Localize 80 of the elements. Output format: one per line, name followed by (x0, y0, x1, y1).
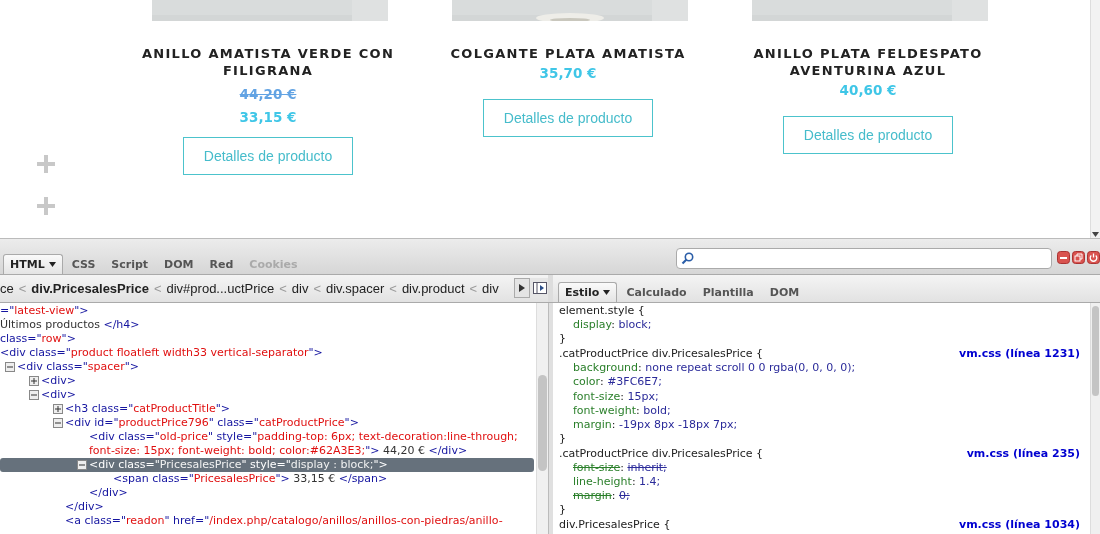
css-declaration: line-height: 1.4; (572, 475, 662, 490)
breadcrumb-item[interactable]: ce (0, 281, 14, 296)
source-link[interactable]: vm.css (línea 235) (966, 446, 1080, 462)
css-declaration: margin: -19px 8px -18px 7px; (572, 417, 739, 432)
breadcrumb-separator: < (279, 281, 287, 296)
expand-icon[interactable] (29, 376, 39, 386)
css-selector: element.style { (559, 304, 645, 319)
scrollbar[interactable] (1090, 303, 1100, 534)
breadcrumb-item[interactable]: div#prod...uctPrice (166, 281, 275, 296)
product-title: ANILLO PLATA FELDESPATO AVENTURINA AZUL (752, 45, 984, 79)
breadcrumb-item[interactable]: div (482, 281, 499, 296)
breadcrumb-separator: < (313, 281, 321, 296)
code-line[interactable]: Últimos productos </h4> (0, 318, 140, 332)
breadcrumb-separator: < (389, 281, 397, 296)
code-line[interactable]: <div> (41, 374, 76, 388)
code-line[interactable]: <div class="spacer"> (17, 360, 139, 374)
css-declaration: font-size: inherit; (572, 461, 668, 476)
tab[interactable]: Script (104, 254, 156, 274)
product-title: COLGANTE PLATA AMATISTA (450, 45, 686, 62)
code-line[interactable]: <div class="old-price" style="padding-top: 6px; text-decoration:line-through; font-size: 15px; font-weight: bold; color:#62A3E3;"> 44,20 € </div> (89, 430, 534, 458)
css-selector: .catProductPrice div.PricesalesPrice { (559, 446, 764, 462)
css-declaration: color: #3FC6E7; (572, 375, 663, 390)
search-icon (681, 252, 694, 265)
code-line[interactable]: </div> (89, 486, 128, 500)
css-declaration: font-size: 15px; (572, 389, 660, 404)
expand-icon[interactable] (53, 404, 63, 414)
source-link[interactable]: vm.css (línea 1231) (959, 347, 1080, 362)
css-declaration: margin: 0; (572, 489, 631, 504)
closing-brace: } (559, 332, 567, 347)
tab[interactable]: Calculado (619, 282, 694, 302)
collapse-icon[interactable] (77, 460, 87, 470)
breadcrumb-item[interactable]: div.PricesalesPrice (31, 281, 149, 296)
breadcrumb-item[interactable]: div (291, 281, 309, 296)
css-declaration: background: none repeat scroll 0 0 rgba(0, 0, 0, 0); (572, 361, 857, 376)
breadcrumb-item[interactable]: div.spacer (326, 281, 385, 296)
plus-icon[interactable] (36, 154, 56, 174)
code-line[interactable]: <span class="PricesalesPrice"> 33,15 € </span> (113, 472, 388, 486)
code-line[interactable]: ="latest-view"> (0, 304, 89, 318)
closing-brace: } (559, 431, 567, 446)
collapse-icon[interactable] (5, 362, 15, 372)
selected-row[interactable]: <div class="PricesalesPrice" style="display : block;"> (0, 458, 534, 472)
tab[interactable]: DOM (762, 282, 807, 302)
tab[interactable]: DOM (157, 254, 201, 274)
code-line[interactable]: </div> (65, 500, 104, 514)
old-price: 44,20 € (239, 85, 297, 104)
code-line[interactable]: <h3 class="catProductTitle"> (65, 402, 230, 416)
tab[interactable]: Red (202, 254, 241, 274)
css-declaration: display: block; (572, 318, 653, 333)
tab[interactable]: CSS (64, 254, 103, 274)
css-declaration: font-weight: bold; (572, 403, 672, 418)
minimize-icon[interactable] (1057, 251, 1070, 264)
breadcrumb-separator: < (469, 281, 478, 296)
code-line[interactable]: class="row"> (0, 332, 76, 346)
breadcrumb-item[interactable]: div.product (401, 281, 465, 296)
breadcrumb-separator: < (153, 281, 162, 296)
search-field[interactable] (676, 248, 1052, 269)
breadcrumb-separator: < (18, 281, 27, 296)
code-line[interactable]: <div id="productPrice796" class="catProductPrice"> (65, 416, 359, 430)
collapse-icon[interactable] (53, 418, 63, 428)
product-price: 35,70 € (539, 64, 597, 83)
code-line[interactable]: <div> (41, 388, 76, 402)
code-line[interactable]: <a class="readon" href="/index.php/catalogo/anillos/anillos-con-piedras/anillo- (65, 514, 503, 528)
restore-icon[interactable] (1072, 251, 1085, 264)
scrollbar[interactable] (536, 303, 548, 534)
plus-icon[interactable] (36, 196, 56, 216)
code-line[interactable]: <div class="product floatleft width33 vertical-separator"> (0, 346, 323, 360)
css-selector: .catProductPrice div.PricesalesPrice { (559, 347, 764, 362)
scroll-right-icon[interactable] (514, 278, 530, 298)
product-title: ANILLO AMATISTA VERDE CON FILIGRANA (140, 45, 396, 79)
collapse-icon[interactable] (29, 390, 39, 400)
css-selector: div.PricesalesPrice { (559, 518, 671, 533)
source-link[interactable]: vm.css (línea 1034) (959, 518, 1080, 533)
power-icon[interactable] (1087, 251, 1100, 264)
product-price: 33,15 € (239, 108, 297, 127)
code-line[interactable]: <div class="PricesalesPrice" style="display : block;"> (89, 458, 388, 472)
tab[interactable]: HTML (3, 254, 63, 274)
tab[interactable]: Estilo (558, 282, 618, 302)
tab[interactable]: Plantilla (695, 282, 761, 302)
closing-brace: } (559, 503, 567, 518)
product-price: 40,60 € (839, 81, 897, 100)
